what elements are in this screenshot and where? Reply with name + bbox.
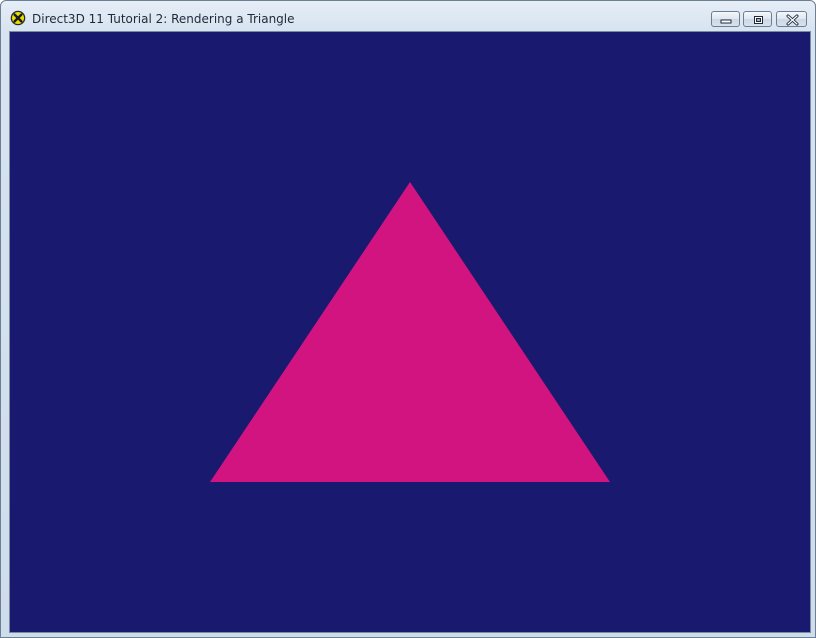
close-button[interactable] — [776, 11, 807, 27]
minimize-icon — [720, 19, 732, 24]
window-title: Direct3D 11 Tutorial 2: Rendering a Tria… — [32, 12, 295, 26]
minimize-button[interactable] — [711, 11, 740, 27]
maximize-button[interactable] — [743, 11, 772, 27]
render-viewport[interactable] — [9, 31, 811, 633]
title-bar[interactable]: Direct3D 11 Tutorial 2: Rendering a Tria… — [1, 1, 815, 31]
directx-icon[interactable] — [10, 10, 26, 26]
app-window: Direct3D 11 Tutorial 2: Rendering a Tria… — [0, 0, 816, 638]
scene-canvas — [10, 32, 810, 632]
maximize-icon — [754, 16, 763, 24]
close-icon — [786, 14, 799, 26]
